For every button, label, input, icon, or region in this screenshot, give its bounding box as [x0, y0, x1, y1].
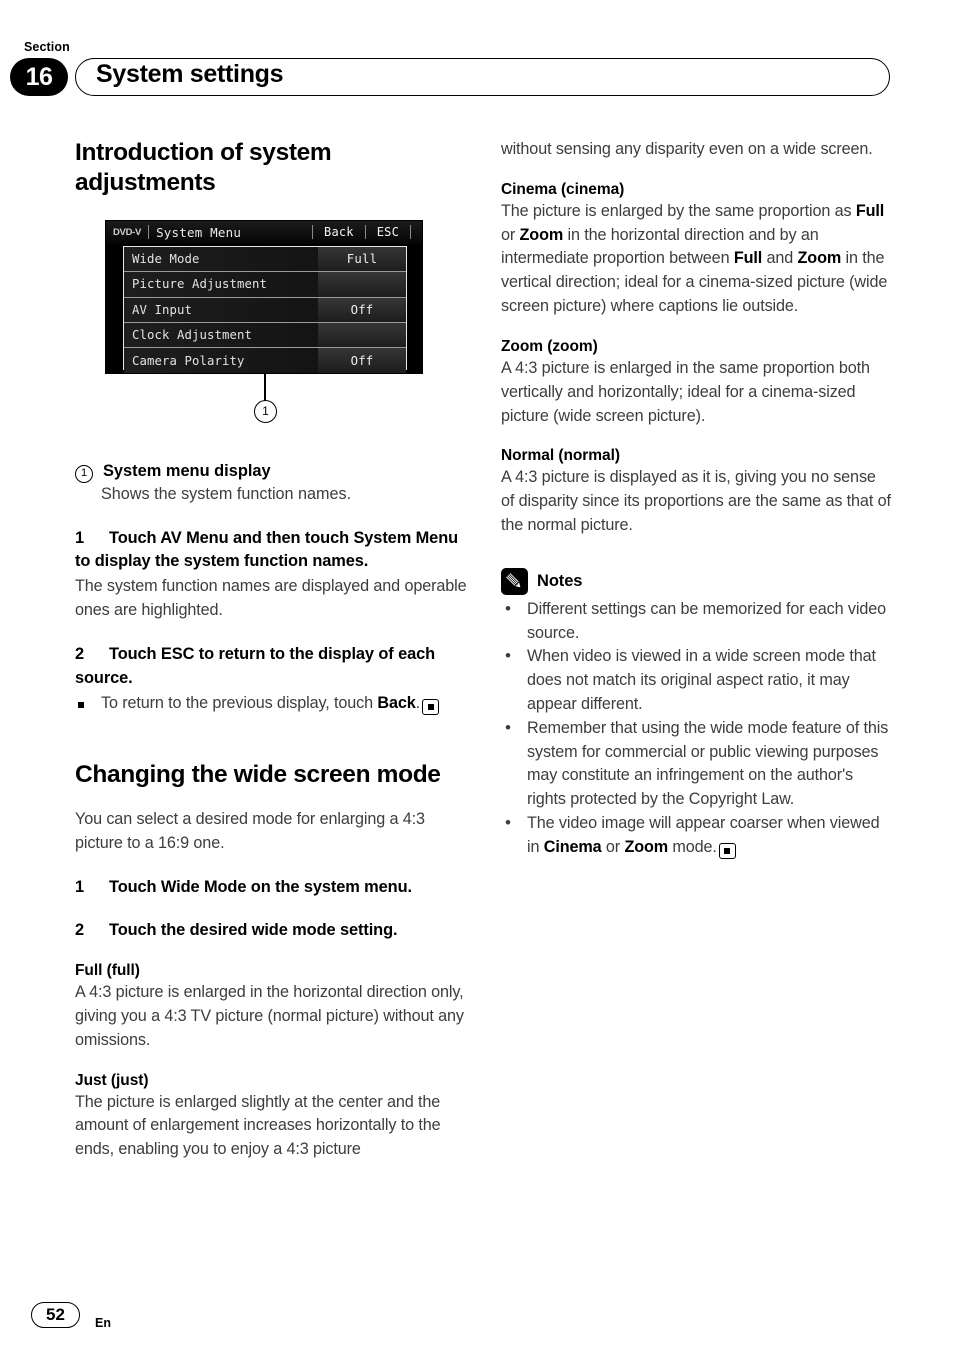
callout-leader-line	[264, 373, 266, 402]
lcd-esc-button[interactable]: ESC	[373, 225, 403, 239]
mode-normal-title: Normal (normal)	[501, 447, 620, 465]
heading-changing-the-wide-screen-mode: Changing the wide screen mode	[75, 761, 441, 789]
list-item: The video image will appear coarser when…	[501, 811, 893, 860]
step-2-bullet-bold: Back	[377, 694, 416, 713]
lcd-separator-4	[410, 225, 411, 240]
lcd-header-bar: DVD-V System Menu Back ESC	[106, 220, 422, 244]
lcd-menu-title: System Menu	[156, 224, 242, 240]
lcd-separator	[148, 225, 150, 240]
wide-step-1-text: Touch Wide Mode on the system menu.	[109, 877, 412, 896]
circled-number-icon: 1	[75, 464, 93, 483]
continuation-paragraph: without sensing any disparity even on a …	[501, 140, 873, 158]
lcd-menu-list: Wide Mode Full Picture Adjustment AV Inp…	[123, 245, 407, 373]
notes-label: Notes	[537, 571, 583, 590]
step-1-text: Touch AV Menu and then touch System Menu…	[75, 528, 459, 571]
lcd-row-label: Camera Polarity	[132, 353, 245, 368]
callout-legend-line: 1 System menu display	[75, 462, 467, 483]
lcd-menu-row[interactable]: AV Input Off	[124, 297, 406, 323]
step-2-bullet-pre: To return to the previous display, touch	[101, 694, 378, 713]
left-column: Introduction of system adjustments DVD-V…	[75, 138, 467, 1162]
mode-full-title: Full (full)	[75, 962, 140, 980]
section-number-badge: 16	[10, 58, 68, 96]
callout-legend-1: 1 System menu display Shows the system f…	[75, 462, 467, 507]
section-title: System settings	[96, 60, 284, 88]
mode-cinema-body: The picture is enlarged by the same prop…	[501, 200, 893, 319]
heading-introduction-of-system-adjustments: Introduction of system adjustments	[75, 139, 332, 196]
system-menu-figure: DVD-V System Menu Back ESC Wide Mode Ful…	[105, 219, 423, 423]
lcd-separator-2	[312, 225, 314, 240]
notes-list: Different settings can be memorized for …	[501, 597, 893, 860]
lcd-menu-row[interactable]: Camera Polarity Off	[124, 348, 406, 373]
mode-just-body: The picture is enlarged slightly at the …	[75, 1092, 441, 1159]
page-number: 52	[31, 1302, 80, 1328]
heading-2-body: You can select a desired mode for enlarg…	[75, 810, 425, 852]
wide-step-1-number: 1	[75, 877, 85, 896]
step-1-number: 1	[75, 528, 85, 547]
lcd-menu-row[interactable]: Picture Adjustment	[124, 272, 406, 298]
page-header: Section 16 System settings	[0, 0, 954, 120]
note-4-mid: or	[601, 837, 625, 856]
end-of-section-marker-icon	[422, 699, 440, 716]
step-2-heading: 2 Touch ESC to return to the display of e…	[75, 643, 467, 691]
lcd-row-value: Off	[318, 297, 406, 322]
lcd-row-label: Clock Adjustment	[132, 328, 253, 343]
lcd-row-value	[318, 322, 406, 348]
section-word-label: Section	[24, 40, 70, 54]
lcd-row-label: Picture Adjustment	[132, 277, 268, 292]
lcd-source-label: DVD-V	[113, 226, 142, 238]
lcd-separator-3	[364, 225, 366, 240]
mode-just-title: Just (just)	[75, 1071, 149, 1089]
wide-step-2-text: Touch the desired wide mode setting.	[109, 921, 398, 940]
lcd-menu-row[interactable]: Clock Adjustment	[124, 322, 406, 349]
wide-step-2-number: 2	[75, 921, 85, 940]
mode-normal-body: A 4:3 picture is displayed as it is, giv…	[501, 468, 891, 534]
lcd-menu-row[interactable]: Wide Mode Full	[124, 246, 406, 273]
page-footer: 52 En	[0, 1282, 954, 1352]
wide-step-1-heading: 1 Touch Wide Mode on the system menu.	[75, 876, 467, 900]
note-4-post: mode.	[668, 837, 717, 856]
pencil-icon	[501, 567, 528, 595]
list-item: Remember that using the wide mode featur…	[501, 716, 893, 812]
step-2-bullet-post: .	[415, 694, 421, 713]
step-1-body: The system function names are displayed …	[75, 577, 467, 619]
wide-step-2-heading: 2 Touch the desired wide mode setting.	[75, 919, 467, 943]
note-4-bold-cinema: Cinema	[543, 837, 602, 856]
mode-cinema-title: Cinema (cinema)	[501, 180, 625, 198]
cinema-part-2: or	[501, 225, 520, 244]
cinema-bold-zoom-2: Zoom	[797, 249, 842, 268]
mode-zoom-body: A 4:3 picture is enlarged in the same pr…	[501, 358, 870, 425]
end-of-section-marker-icon	[718, 842, 736, 859]
mode-zoom-title: Zoom (zoom)	[501, 337, 598, 355]
lcd-row-value	[318, 272, 406, 297]
cinema-part-1: The picture is enlarged by the same prop…	[501, 201, 856, 220]
lcd-row-label: Wide Mode	[132, 251, 200, 266]
step-1-heading: 1 Touch AV Menu and then touch System Men…	[75, 527, 467, 575]
step-2-notes-list: To return to the previous display, touch…	[75, 692, 467, 716]
lcd-row-label: AV Input	[132, 302, 193, 317]
notes-header: Notes	[501, 567, 893, 595]
cinema-part-4: and	[762, 249, 798, 268]
lcd-row-value: Full	[318, 246, 406, 272]
lcd-back-button[interactable]: Back	[320, 225, 358, 239]
lcd-header-buttons: Back ESC	[305, 225, 422, 240]
lcd-screen: DVD-V System Menu Back ESC Wide Mode Ful…	[105, 219, 423, 374]
list-item: To return to the previous display, touch…	[75, 692, 467, 716]
language-code: En	[95, 1316, 111, 1330]
callout-circle-1: 1	[254, 399, 277, 423]
cinema-bold-zoom-1: Zoom	[519, 225, 564, 244]
step-2-number: 2	[75, 644, 85, 663]
lcd-row-value: Off	[318, 348, 406, 373]
right-column: without sensing any disparity even on a …	[501, 138, 893, 860]
cinema-bold-full-1: Full	[855, 201, 885, 220]
list-item: Different settings can be memorized for …	[501, 597, 893, 646]
callout-legend-title: System menu display	[103, 461, 271, 480]
cinema-bold-full-2: Full	[733, 249, 763, 268]
mode-full-body: A 4:3 picture is enlarged in the horizon…	[75, 983, 464, 1049]
step-2-text: Touch ESC to return to the display of ea…	[75, 644, 436, 687]
note-4-bold-zoom: Zoom	[624, 837, 669, 856]
callout-legend-description: Shows the system function names.	[101, 484, 352, 503]
list-item: When video is viewed in a wide screen mo…	[501, 644, 893, 716]
